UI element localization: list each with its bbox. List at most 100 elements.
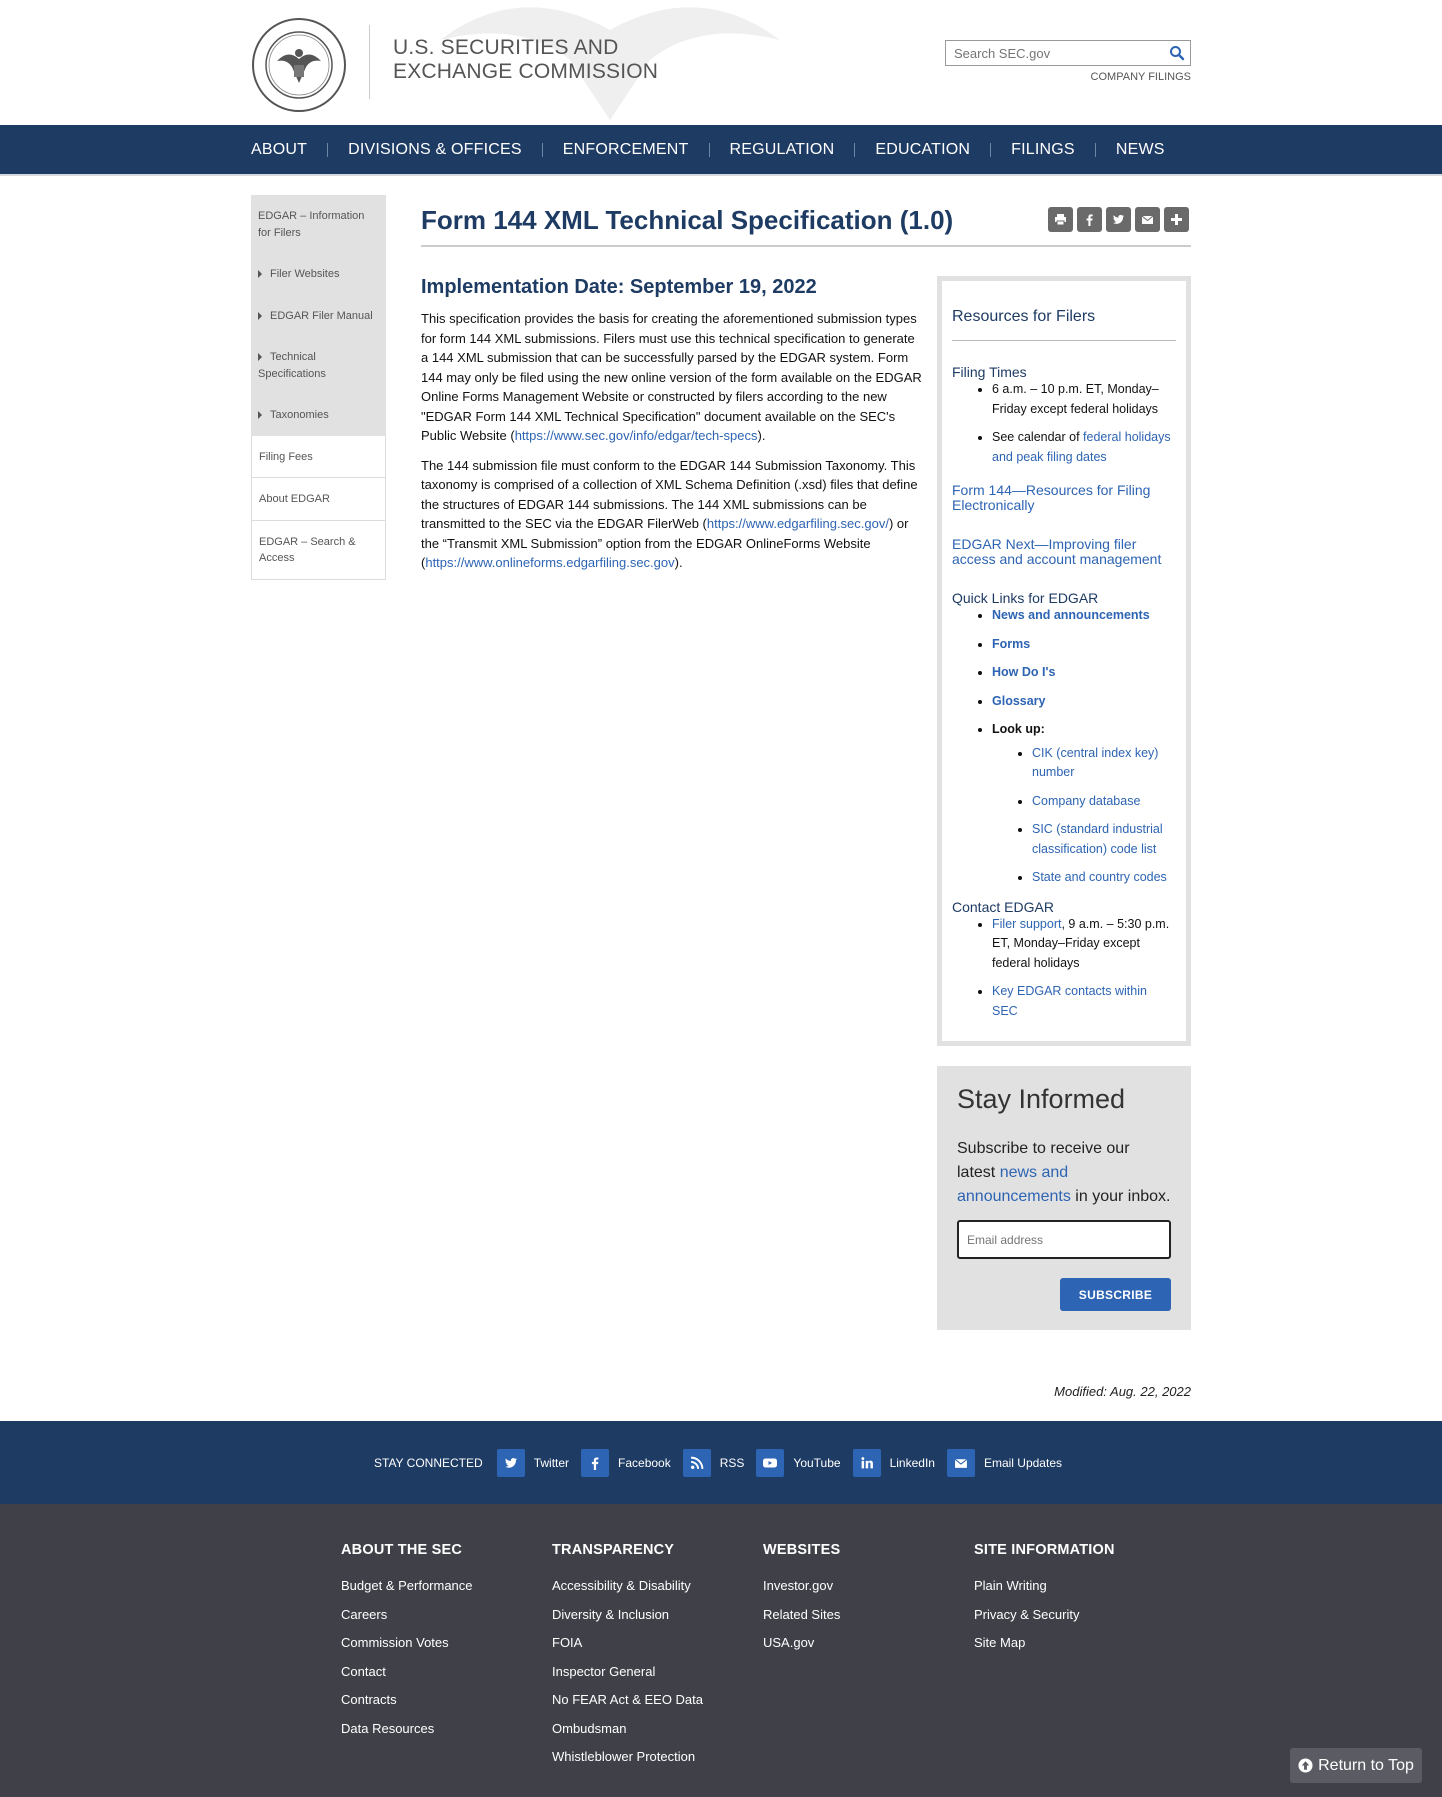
quick-link-forms[interactable]: Forms [992,637,1030,651]
lookup-sic-link[interactable]: SIC (standard industrial classification)… [1032,822,1163,856]
print-button[interactable] [1048,207,1073,232]
sidebar-item-about-edgar[interactable]: About EDGAR [251,478,386,521]
footer-link[interactable]: Diversity & Inclusion [552,1607,703,1622]
edgar-next-link[interactable]: EDGAR Next—Improving filer access and ac… [952,537,1176,567]
footer-link[interactable]: Privacy & Security [974,1607,1115,1622]
twitter-share-button[interactable] [1106,207,1131,232]
stay-informed-panel: Stay Informed Subscribe to receive our l… [937,1066,1191,1330]
quick-link-news[interactable]: News and announcements [992,608,1150,622]
footer-link[interactable]: Inspector General [552,1664,703,1679]
nav-item-divisions[interactable]: DIVISIONS & OFFICES [348,141,563,159]
social-label[interactable]: RSS [720,1456,745,1470]
nav-item-regulation[interactable]: REGULATION [730,141,876,159]
sidebar-item-label[interactable]: Taxonomies [270,409,329,421]
social-label[interactable]: YouTube [793,1456,840,1470]
list-item: Glossary [992,692,1176,712]
footer-link[interactable]: Careers [341,1607,473,1622]
footer-link[interactable]: USA.gov [763,1635,840,1650]
more-share-button[interactable] [1164,207,1189,232]
sidebar-item-filing-fees[interactable]: Filing Fees [251,435,386,478]
email-updates-link[interactable]: Email Updates [946,1448,1062,1477]
nav-label[interactable]: ABOUT [251,141,307,159]
social-label[interactable]: LinkedIn [890,1456,935,1470]
arrow-up-circle-icon [1298,1758,1313,1773]
sidebar-item-edgar-info[interactable]: EDGAR – Information for Filers [251,195,386,253]
stay-connected-bar: STAY CONNECTED Twitter Facebook RSS YouT… [0,1421,1442,1504]
stay-informed-title: Stay Informed [957,1084,1126,1114]
footer-link[interactable]: Accessibility & Disability [552,1578,703,1593]
sidebar-item-edgar-search[interactable]: EDGAR – Search & Access [251,520,386,580]
social-label[interactable]: Email Updates [984,1456,1062,1470]
footer-link[interactable]: Ombudsman [552,1721,703,1736]
footer-link[interactable]: No FEAR Act & EEO Data [552,1692,703,1707]
footer-link[interactable]: Site Map [974,1635,1115,1650]
form144-resources-link[interactable]: Form 144—Resources for Filing Electronic… [952,483,1176,513]
agency-name-line1[interactable]: U.S. SECURITIES AND [393,36,658,60]
return-to-top-button[interactable]: Return to Top [1290,1748,1422,1783]
print-icon [1055,214,1066,226]
nav-label[interactable]: FILINGS [1011,141,1075,159]
agency-name[interactable]: U.S. SECURITIES AND EXCHANGE COMMISSION [393,36,658,84]
footer-link[interactable]: Investor.gov [763,1578,840,1593]
implementation-date-heading: Implementation Date: September 19, 2022 [421,276,817,298]
footer-link[interactable]: Contact [341,1664,473,1679]
filer-support-link[interactable]: Filer support [992,917,1061,931]
sidebar-item-label[interactable]: Filer Websites [270,268,339,280]
footer-link[interactable]: Plain Writing [974,1578,1115,1593]
footer-link[interactable]: FOIA [552,1635,703,1650]
sidebar-item-filer-manual[interactable]: EDGAR Filer Manual [251,294,386,336]
lookup-company-database-link[interactable]: Company database [1032,794,1140,808]
key-contacts-link[interactable]: Key EDGAR contacts within SEC [992,984,1147,1018]
footer-link[interactable]: Related Sites [763,1607,840,1622]
sidebar-item-label[interactable]: Technical Specifications [258,351,326,380]
company-filings-link[interactable]: COMPANY FILINGS [1091,71,1191,83]
nav-label[interactable]: REGULATION [730,141,835,159]
social-label[interactable]: Twitter [534,1456,569,1470]
quick-link-glossary[interactable]: Glossary [992,694,1046,708]
email-field[interactable] [957,1220,1171,1259]
nav-label[interactable]: DIVISIONS & OFFICES [348,141,522,159]
site-footer: ABOUT THE SEC Budget & Performance Caree… [0,1504,1442,1797]
nav-item-news[interactable]: NEWS [1116,141,1165,159]
nav-item-education[interactable]: EDUCATION [875,141,1011,159]
rss-link[interactable]: RSS [682,1448,745,1477]
sidebar-item-technical-specifications[interactable]: Technical Specifications [251,336,386,394]
facebook-share-button[interactable] [1077,207,1102,232]
lookup-state-country-link[interactable]: State and country codes [1032,870,1167,884]
subscribe-button[interactable]: SUBSCRIBE [1060,1278,1171,1311]
nav-label[interactable]: NEWS [1116,141,1165,159]
footer-link[interactable]: Whistleblower Protection [552,1749,703,1764]
tech-specs-link[interactable]: https://www.sec.gov/info/edgar/tech-spec… [515,428,758,443]
nav-item-enforcement[interactable]: ENFORCEMENT [563,141,730,159]
search-input[interactable] [946,41,1156,65]
agency-name-line2[interactable]: EXCHANGE COMMISSION [393,60,658,84]
linkedin-link[interactable]: LinkedIn [852,1448,935,1477]
social-label[interactable]: Facebook [618,1456,671,1470]
footer-link[interactable]: Contracts [341,1692,473,1707]
quick-links-heading: Quick Links for EDGAR [952,590,1099,606]
sidebar-item-filer-websites[interactable]: Filer Websites [251,253,386,295]
facebook-link[interactable]: Facebook [581,1448,671,1477]
sec-seal-logo[interactable] [251,17,347,113]
caret-right-icon [258,411,262,420]
email-share-button[interactable] [1135,207,1160,232]
quick-link-how-do-is[interactable]: How Do I's [992,665,1055,679]
footer-link[interactable]: Budget & Performance [341,1578,473,1593]
nav-item-about[interactable]: ABOUT [251,141,348,159]
list-item: See calendar of federal holidays and pea… [992,428,1176,467]
twitter-link[interactable]: Twitter [496,1448,569,1477]
nav-label[interactable]: ENFORCEMENT [563,141,689,159]
sidebar-item-taxonomies[interactable]: Taxonomies [251,394,386,436]
footer-link[interactable]: Data Resources [341,1721,473,1736]
sidebar-item-label[interactable]: EDGAR Filer Manual [270,310,373,322]
youtube-link[interactable]: YouTube [756,1448,841,1477]
nav-item-filings[interactable]: FILINGS [1011,141,1116,159]
search-icon[interactable] [1169,45,1185,61]
edgar-filerweb-link[interactable]: https://www.edgarfiling.sec.gov/ [707,516,889,531]
onlineforms-link[interactable]: https://www.onlineforms.edgarfiling.sec.… [425,555,674,570]
lookup-cik-link[interactable]: CIK (central index key) number [1032,746,1158,780]
footer-link[interactable]: Commission Votes [341,1635,473,1650]
nav-label[interactable]: EDUCATION [875,141,970,159]
return-to-top-label[interactable]: Return to Top [1318,1757,1414,1775]
plus-icon [1171,214,1182,225]
